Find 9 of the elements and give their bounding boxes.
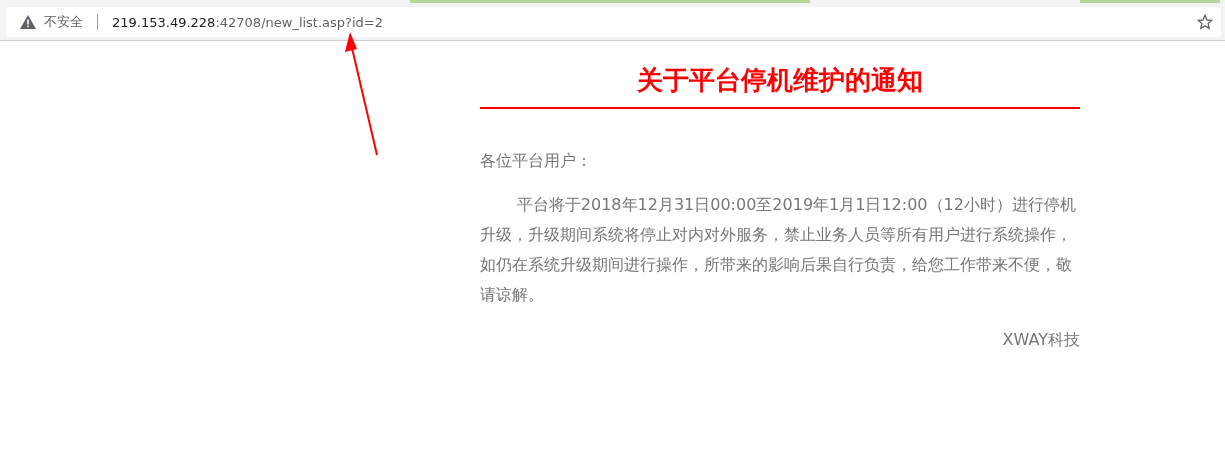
notice-title: 关于平台停机维护的通知 (480, 61, 1080, 109)
notice-body: 平台将于2018年12月31日00:00至2019年1月1日12:00（12小时）进行停机升级，升级期间系统将停止对内对外服务，禁止业务人员等所有用户进行系统操作，如仍在系统升级期间进行操作，所带来的影响后果自行负责，给您工作带来不便，敬请谅解。 (480, 194, 1077, 306)
warning-icon (20, 15, 36, 29)
security-label: 不安全 (44, 13, 83, 31)
greeting-text: 各位平台用户： (480, 150, 593, 172)
address-bar[interactable]: 不安全 219.153.49.228:42708/new_list.asp?id=2 (6, 7, 1221, 37)
star-icon[interactable] (1197, 14, 1213, 30)
signature-text: XWAY科技 (1001, 329, 1080, 351)
url-text: 219.153.49.228:42708/new_list.asp?id=2 (112, 14, 384, 30)
